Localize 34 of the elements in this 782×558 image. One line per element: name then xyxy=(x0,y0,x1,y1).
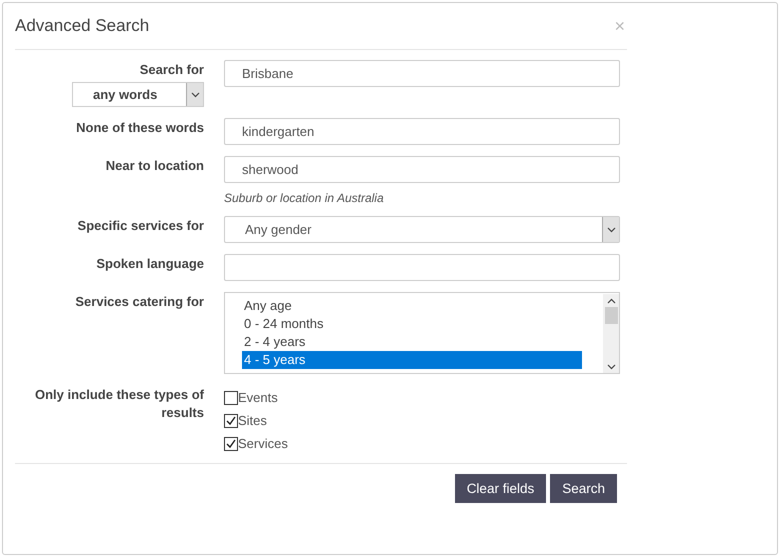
field-label: Services catering for xyxy=(75,293,204,311)
caret-down-icon[interactable] xyxy=(606,363,616,371)
checkbox[interactable] xyxy=(224,390,238,404)
field-label: Specific services for xyxy=(78,217,204,235)
checkbox-label: Sites xyxy=(238,413,267,428)
scroll-thumb[interactable] xyxy=(604,307,618,324)
input-field[interactable]: sherwood xyxy=(224,156,620,183)
checkbox-label: Services xyxy=(238,436,288,451)
input-field[interactable]: Brisbane xyxy=(224,60,620,87)
action-button[interactable]: Clear fields xyxy=(454,474,546,503)
list-option[interactable]: Any age xyxy=(242,297,582,315)
checkbox[interactable] xyxy=(224,414,238,428)
field-label: Near to location xyxy=(106,157,204,175)
scrollbar[interactable] xyxy=(603,294,619,373)
gender-dropdown[interactable]: Any gender xyxy=(224,216,620,243)
dialog-title: Advanced Search xyxy=(15,16,150,36)
field-label: None of these words xyxy=(76,119,204,137)
list-option[interactable]: 4 - 5 years xyxy=(242,351,582,369)
field-label: Spoken language xyxy=(96,255,204,273)
field-label: Only include these types of results xyxy=(34,386,204,422)
checkbox[interactable] xyxy=(224,436,238,450)
age-listbox[interactable]: Any age 0 - 24 months 2 - 4 years 4 - 5 years xyxy=(224,292,620,374)
input-field[interactable]: kindergarten xyxy=(224,118,620,145)
mode-dropdown[interactable]: any words xyxy=(72,82,204,107)
field-label: Search for xyxy=(140,61,204,79)
list-option[interactable]: 2 - 4 years xyxy=(242,333,582,351)
action-button[interactable]: Search xyxy=(550,474,617,503)
caret-up-icon[interactable] xyxy=(606,297,616,305)
list-option[interactable]: 0 - 24 months xyxy=(242,315,582,333)
caret-icon xyxy=(602,217,619,242)
input-field[interactable] xyxy=(224,254,620,281)
caret-icon xyxy=(186,83,203,106)
checkbox-label: Events xyxy=(238,390,278,405)
field-hint: Suburb or location in Australia xyxy=(224,191,385,205)
